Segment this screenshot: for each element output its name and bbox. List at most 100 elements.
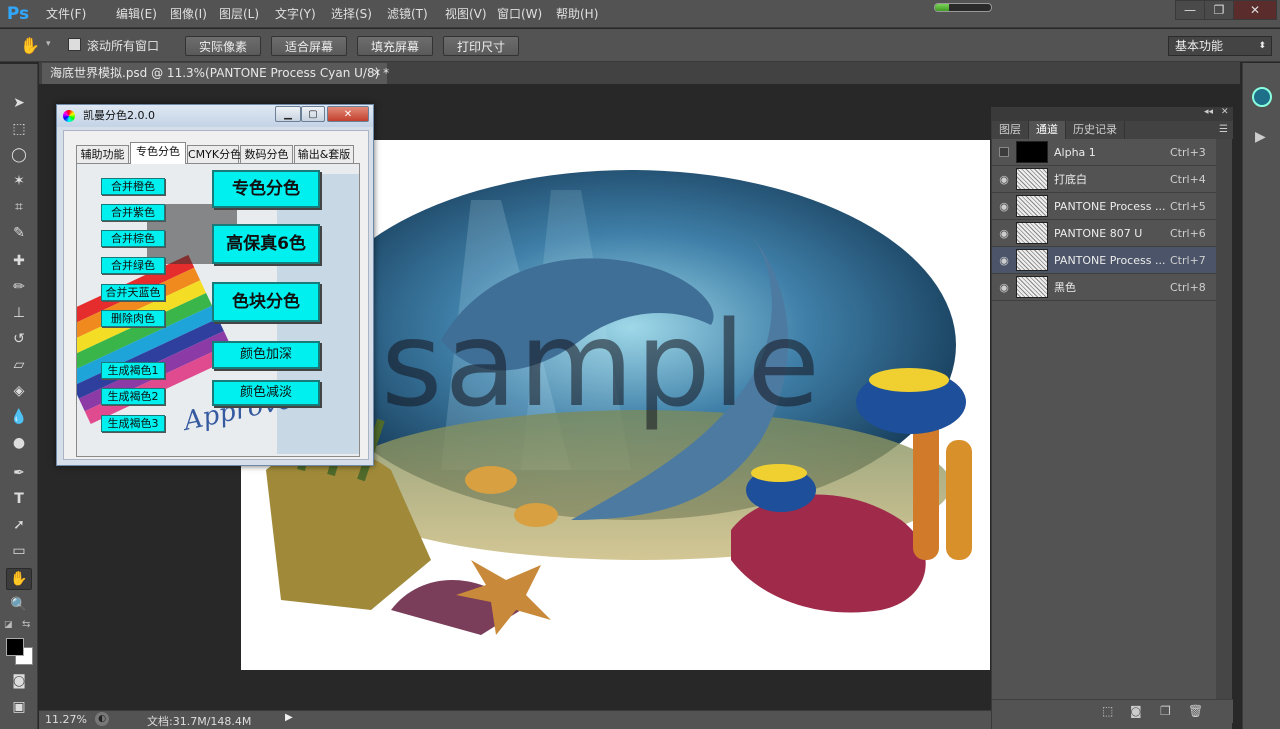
foreground-color-swatch[interactable] xyxy=(6,638,24,656)
marquee-tool-icon[interactable]: ⬚ xyxy=(6,118,32,140)
collapse-panel-icon[interactable]: ◂◂ xyxy=(1204,107,1213,117)
eye-icon[interactable]: ◉ xyxy=(992,193,1016,220)
restore-button[interactable]: ❐ xyxy=(1204,0,1234,20)
tab-channels[interactable]: 通道 xyxy=(1029,121,1066,139)
tab-auxiliary[interactable]: 辅助功能 xyxy=(76,145,129,164)
delete-channel-icon[interactable]: 🗑 xyxy=(1188,704,1203,718)
path-selection-tool-icon[interactable]: ➚ xyxy=(6,514,32,536)
tab-history[interactable]: 历史记录 xyxy=(1066,121,1125,139)
blur-tool-icon[interactable]: 💧 xyxy=(6,406,32,428)
channel-row[interactable]: ◉ PANTONE Process ... Ctrl+5 xyxy=(992,193,1216,220)
eye-icon[interactable]: ◉ xyxy=(992,247,1016,274)
eye-icon[interactable]: ◉ xyxy=(992,166,1016,193)
close-button[interactable]: ✕ xyxy=(1233,0,1277,20)
menu-item[interactable]: 编辑(E) xyxy=(110,0,164,28)
color-block-separation-button[interactable]: 色块分色 xyxy=(212,282,320,322)
dialog-maximize-button[interactable]: ▢ xyxy=(301,106,325,122)
panel-footer: ⬚ ◙ ❐ 🗑 xyxy=(992,699,1233,723)
dialog-minimize-button[interactable]: ▁ xyxy=(275,106,301,122)
healing-brush-tool-icon[interactable]: ✚ xyxy=(6,250,32,272)
dodge-tool-icon[interactable]: ● xyxy=(6,432,32,454)
dialog-title-bar[interactable]: 凯曼分色2.0.0 xyxy=(57,105,373,127)
tab-spot-color[interactable]: 专色分色 xyxy=(130,142,186,164)
tab-layers[interactable]: 图层 xyxy=(992,121,1029,139)
menu-item[interactable]: 视图(V) xyxy=(439,0,491,28)
eraser-tool-icon[interactable]: ▱ xyxy=(6,354,32,376)
zoom-level[interactable]: 11.27% xyxy=(45,713,87,726)
generate-brown-2-button[interactable]: 生成褐色2 xyxy=(101,388,165,405)
paint-bucket-tool-icon[interactable]: ◈ xyxy=(6,380,32,402)
adobe-exchange-icon[interactable] xyxy=(1252,87,1272,107)
menu-item[interactable]: 选择(S) xyxy=(325,0,381,28)
fit-screen-button[interactable]: 适合屏幕 xyxy=(271,36,347,56)
type-tool-icon[interactable]: T xyxy=(6,488,32,510)
eye-icon[interactable]: ◉ xyxy=(992,220,1016,247)
crop-tool-icon[interactable]: ⌗ xyxy=(6,196,32,218)
swap-colors-icon[interactable]: ⇆ xyxy=(22,619,30,630)
magic-wand-tool-icon[interactable]: ✶ xyxy=(6,170,32,192)
tab-output[interactable]: 输出&套版 xyxy=(294,145,354,164)
default-colors-icon[interactable]: ◪ xyxy=(4,620,13,630)
menu-item[interactable]: 图像(I) xyxy=(164,0,213,28)
close-tab-icon[interactable]: ✕ xyxy=(373,63,381,84)
move-tool-icon[interactable]: ➤ xyxy=(6,92,32,114)
play-panel-icon[interactable]: ▶ xyxy=(1255,129,1266,145)
generate-brown-3-button[interactable]: 生成褐色3 xyxy=(101,415,165,432)
pen-tool-icon[interactable]: ✒ xyxy=(6,462,32,484)
menu-item[interactable]: 图层(L) xyxy=(213,0,269,28)
channel-row[interactable]: ◉ 打底白 Ctrl+4 xyxy=(992,166,1216,193)
menu-item[interactable]: 文字(Y) xyxy=(269,0,325,28)
lasso-tool-icon[interactable]: ◯ xyxy=(6,144,32,166)
merge-sky-blue-button[interactable]: 合并天蓝色 xyxy=(101,284,165,301)
high-fidelity-6-color-button[interactable]: 高保真6色 xyxy=(212,224,320,264)
merge-green-button[interactable]: 合并绿色 xyxy=(101,257,165,274)
panel-scrollbar[interactable] xyxy=(1216,139,1232,699)
menu-item[interactable]: 文件(F) xyxy=(36,0,110,28)
quick-mask-icon[interactable]: ◙ xyxy=(6,670,32,692)
menu-item[interactable]: 滤镜(T) xyxy=(381,0,439,28)
tab-cmyk[interactable]: CMYK分色 xyxy=(187,145,241,164)
workspace-select[interactable]: 基本功能 ⬍ xyxy=(1168,36,1272,56)
status-menu-arrow-icon[interactable]: ▶ xyxy=(285,712,293,723)
print-size-button[interactable]: 打印尺寸 xyxy=(443,36,519,56)
actual-pixels-button[interactable]: 实际像素 xyxy=(185,36,261,56)
visibility-off-icon[interactable] xyxy=(992,139,1016,166)
channel-row[interactable]: ◉ PANTONE Process ... Ctrl+7 xyxy=(992,247,1216,274)
merge-purple-button[interactable]: 合并紫色 xyxy=(101,204,165,221)
minimize-button[interactable]: — xyxy=(1175,0,1205,20)
zoom-tool-icon[interactable]: 🔍 xyxy=(6,594,32,616)
history-brush-tool-icon[interactable]: ↺ xyxy=(6,328,32,350)
lighten-color-button[interactable]: 颜色减淡 xyxy=(212,380,320,406)
panel-menu-icon[interactable]: ☰ xyxy=(1214,121,1233,139)
load-selection-icon[interactable]: ⬚ xyxy=(1102,704,1113,718)
dialog-close-button[interactable]: ✕ xyxy=(327,106,369,122)
delete-skin-color-button[interactable]: 删除肉色 xyxy=(101,310,165,327)
tab-digital[interactable]: 数码分色 xyxy=(240,145,293,164)
channel-row[interactable]: ◉ PANTONE 807 U Ctrl+6 xyxy=(992,220,1216,247)
menu-item[interactable]: 帮助(H) xyxy=(550,0,604,28)
document-tab[interactable]: 海底世界模拟.psd @ 11.3%(PANTONE Process Cyan … xyxy=(42,63,389,84)
spot-color-separation-button[interactable]: 专色分色 xyxy=(212,170,320,208)
channel-row[interactable]: Alpha 1 Ctrl+3 xyxy=(992,139,1216,166)
merge-orange-button[interactable]: 合并橙色 xyxy=(101,178,165,195)
screen-mode-icon[interactable]: ▣ xyxy=(6,696,32,718)
globe-icon[interactable]: ◐ xyxy=(95,712,109,726)
hand-tool-icon[interactable]: ✋ xyxy=(20,36,40,55)
fill-screen-button[interactable]: 填充屏幕 xyxy=(357,36,433,56)
rectangle-tool-icon[interactable]: ▭ xyxy=(6,540,32,562)
close-panel-icon[interactable]: ✕ xyxy=(1221,107,1229,117)
menu-item[interactable]: 窗口(W) xyxy=(491,0,550,28)
new-channel-icon[interactable]: ❐ xyxy=(1160,704,1171,718)
eye-icon[interactable]: ◉ xyxy=(992,274,1016,301)
save-selection-icon[interactable]: ◙ xyxy=(1130,704,1142,718)
tool-preset-dropdown-icon[interactable]: ▾ xyxy=(46,39,51,49)
clone-stamp-tool-icon[interactable]: ⊥ xyxy=(6,302,32,324)
brush-tool-icon[interactable]: ✏ xyxy=(6,276,32,298)
scroll-all-checkbox[interactable] xyxy=(68,38,81,51)
hand-tool-icon[interactable]: ✋ xyxy=(6,568,32,590)
merge-brown-button[interactable]: 合并棕色 xyxy=(101,230,165,247)
generate-brown-1-button[interactable]: 生成褐色1 xyxy=(101,362,165,379)
channel-row[interactable]: ◉ 黑色 Ctrl+8 xyxy=(992,274,1216,301)
darken-color-button[interactable]: 颜色加深 xyxy=(212,341,320,369)
eyedropper-tool-icon[interactable]: ✎ xyxy=(6,222,32,244)
